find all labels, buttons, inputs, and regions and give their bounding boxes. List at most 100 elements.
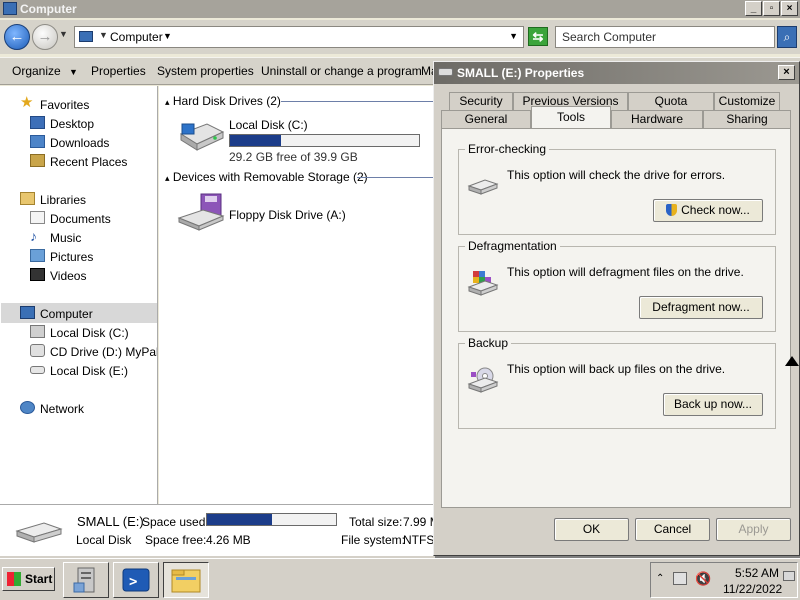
group-label: Hard Disk Drives (2): [172, 94, 281, 108]
show-hidden-icons-icon[interactable]: ⌃: [656, 573, 664, 584]
address-bar[interactable]: ▼ Computer ▼ ▼: [74, 26, 524, 48]
start-label: Start: [25, 572, 53, 586]
group-label: Devices with Removable Storage (2): [172, 170, 368, 184]
organize-label: Organize: [12, 64, 61, 78]
clock-date[interactable]: 11/22/2022: [723, 582, 782, 596]
dialog-titlebar[interactable]: SMALL (E:) Properties ×: [434, 62, 799, 84]
recent-places-icon: [30, 154, 45, 167]
chevron-down-icon[interactable]: ▼: [163, 31, 172, 41]
organize-button[interactable]: Organize ▼: [12, 64, 78, 78]
defragment-icon: [467, 271, 499, 296]
windows-logo-icon: [7, 572, 21, 586]
capacity-fill: [230, 135, 282, 146]
network-tray-icon[interactable]: [673, 572, 687, 585]
maximize-button[interactable]: ▫: [763, 1, 780, 16]
back-up-now-button[interactable]: Back up now...: [663, 393, 763, 416]
breadcrumb-computer[interactable]: Computer: [110, 30, 163, 44]
nav-label: Downloads: [50, 136, 110, 150]
history-dropdown-icon[interactable]: ▼: [59, 29, 68, 39]
collapse-arrow-icon: ▴: [165, 97, 170, 107]
search-input[interactable]: Search Computer: [555, 26, 775, 48]
group-removable-storage[interactable]: ▴ Devices with Removable Storage (2): [165, 170, 368, 184]
explorer-titlebar[interactable]: Computer _ ▫ ×: [0, 0, 800, 18]
tab-customize[interactable]: Customize: [714, 92, 780, 110]
dialog-close-button[interactable]: ×: [778, 65, 795, 80]
svg-text:>: >: [129, 574, 137, 590]
minimize-button[interactable]: _: [745, 1, 762, 16]
address-dropdown-icon[interactable]: ▼: [509, 31, 518, 41]
mouse-cursor-icon: [785, 356, 799, 366]
nav-label: Libraries: [40, 193, 87, 207]
videos-icon: [30, 268, 45, 281]
drive-free-space: 29.2 GB free of 39.9 GB: [229, 150, 358, 164]
check-now-button[interactable]: Check now...: [653, 199, 763, 222]
nav-label: Recent Places: [50, 155, 128, 169]
tab-quota[interactable]: Quota: [628, 92, 714, 110]
drive-icon: [438, 68, 453, 76]
refresh-button[interactable]: ⇆: [528, 27, 548, 46]
floppy-drive-icon: [177, 193, 225, 231]
cd-drive-icon: [30, 344, 45, 357]
tab-general[interactable]: General: [441, 110, 531, 128]
nav-label: Local Disk (C:): [50, 326, 129, 340]
details-fs-label: File system:: [341, 533, 406, 547]
uninstall-program-button[interactable]: Uninstall or change a program: [261, 64, 422, 78]
server-manager-icon: [73, 567, 95, 593]
documents-icon: [30, 211, 45, 224]
nav-label: CD Drive (D:) MyPal68: [50, 345, 158, 359]
close-button[interactable]: ×: [781, 1, 798, 16]
defragmentation-group: Defragmentation This option will defragm…: [458, 239, 776, 332]
drive-properties-dialog: SMALL (E:) Properties × Security Previou…: [433, 61, 800, 556]
taskbar-server-manager[interactable]: [63, 562, 109, 598]
hard-drive-icon: [30, 325, 45, 338]
tab-sharing[interactable]: Sharing: [703, 110, 791, 128]
music-icon: ♪: [30, 228, 37, 244]
defragment-now-button[interactable]: Defragment now...: [639, 296, 763, 319]
drive-icon: [15, 522, 63, 543]
ok-button[interactable]: OK: [554, 518, 629, 541]
taskbar-explorer[interactable]: [163, 562, 209, 598]
volume-muted-icon[interactable]: 🔇: [695, 571, 711, 587]
group-description: This option will back up files on the dr…: [507, 362, 726, 376]
drive-name: Local Disk (C:): [229, 118, 308, 132]
start-button[interactable]: Start: [2, 567, 55, 591]
drive-tile-c[interactable]: Local Disk (C:) 29.2 GB free of 39.9 GB: [177, 116, 437, 164]
details-used-label: Space used:: [142, 515, 209, 529]
nav-label: Local Disk (E:): [50, 364, 129, 378]
capacity-bar: [229, 134, 420, 147]
forward-button[interactable]: →: [32, 24, 58, 50]
apply-button[interactable]: Apply: [716, 518, 791, 541]
drive-icon: [467, 179, 499, 195]
search-icon[interactable]: ⌕: [777, 26, 797, 48]
folder-icon: [171, 569, 201, 593]
nav-label: Computer: [40, 307, 93, 321]
button-label: Check now...: [681, 203, 750, 217]
taskbar-powershell[interactable]: >: [113, 562, 159, 598]
star-icon: ★: [20, 94, 34, 111]
properties-button[interactable]: Properties: [91, 64, 146, 78]
window-title: Computer: [20, 2, 77, 16]
tab-hardware[interactable]: Hardware: [611, 110, 703, 128]
back-button[interactable]: ←: [4, 24, 30, 50]
details-fs-value: NTFS: [403, 533, 435, 547]
downloads-icon: [30, 135, 45, 148]
details-drive-name: SMALL (E:): [77, 514, 144, 529]
backup-icon: [467, 367, 499, 393]
group-hard-disk-drives[interactable]: ▴ Hard Disk Drives (2): [165, 94, 281, 108]
tab-security[interactable]: Security: [449, 92, 513, 110]
tools-tab-panel: Error-checking This option will check th…: [441, 128, 791, 508]
group-title: Error-checking: [465, 142, 550, 156]
show-desktop-icon[interactable]: [783, 571, 795, 581]
system-properties-button[interactable]: System properties: [157, 64, 254, 78]
drive-tile-floppy[interactable]: Floppy Disk Drive (A:): [177, 192, 377, 236]
collapse-arrow-icon: ▴: [165, 173, 170, 183]
details-free-label: Space free:: [145, 533, 207, 547]
chevron-down-icon[interactable]: ▼: [99, 30, 108, 40]
libraries-icon: [20, 192, 35, 205]
system-tray: ⌃ 🔇 5:52 AM 11/22/2022: [650, 562, 798, 598]
address-toolbar: ← → ▼ ▼ Computer ▼ ▼ ⇆ Search Computer ⌕: [0, 20, 800, 54]
clock-time[interactable]: 5:52 AM: [735, 566, 779, 580]
cancel-button[interactable]: Cancel: [635, 518, 710, 541]
nav-label: Music: [50, 231, 82, 245]
tab-tools[interactable]: Tools: [531, 106, 611, 128]
